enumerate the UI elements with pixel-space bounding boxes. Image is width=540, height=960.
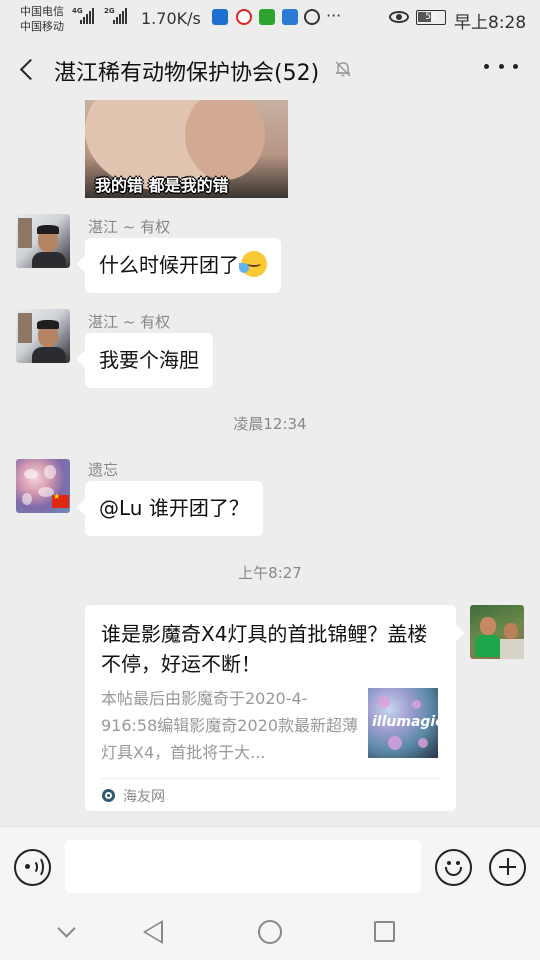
voice-icon[interactable] <box>14 849 51 886</box>
chat-header: 湛江稀有动物保护协会(52) <box>0 38 540 100</box>
signal-icon <box>80 8 94 24</box>
battery-level: 51 <box>425 12 437 22</box>
app-notification-icon <box>282 9 298 25</box>
clock: 早上8:28 <box>454 13 527 33</box>
crying-laughing-emoji-icon <box>239 251 267 277</box>
message-text: @Lu 谁开团了？ <box>99 496 249 520</box>
system-navigation-bar <box>0 906 540 960</box>
input-bar <box>0 826 540 906</box>
avatar[interactable] <box>16 214 70 268</box>
app-notification-icon <box>259 9 275 25</box>
carrier-1: 中国电信 <box>20 5 64 18</box>
message-text: 什么时候开团了 <box>99 253 239 277</box>
timestamp: 凌晨12:34 <box>233 415 307 433</box>
sender-name: 遗忘 <box>88 461 119 479</box>
carrier-info: 中国电信 中国移动 <box>20 4 64 34</box>
network-speed: 1.70K/s <box>141 9 201 28</box>
link-card[interactable]: 谁是影魔奇X4灯具的首批锦鲤？盖楼不停，好运不断！ 本帖最后由影魔奇于2020-… <box>85 605 456 811</box>
card-thumbnail: illumagic <box>368 688 438 758</box>
system-back-icon[interactable] <box>143 920 163 944</box>
timestamp: 上午8:27 <box>238 564 302 582</box>
chat-title[interactable]: 湛江稀有动物保护协会(52) <box>54 55 319 87</box>
battery-icon: 51 <box>416 10 446 25</box>
card-description: 本帖最后由影魔奇于2020-4-916:58编辑影魔奇2020款最新超薄灯具X4… <box>101 689 359 762</box>
app-notification-icon <box>236 9 252 25</box>
image-caption: 我的错 都是我的错 <box>95 176 229 195</box>
message-bubble[interactable]: @Lu 谁开团了？ <box>85 481 263 536</box>
plus-icon[interactable] <box>489 849 526 886</box>
thumbnail-logo-text: illumagic <box>372 714 438 730</box>
mute-bell-icon <box>335 61 351 77</box>
message-bubble[interactable]: 什么时候开团了 <box>85 238 281 293</box>
divider <box>101 778 441 779</box>
eye-comfort-icon <box>389 11 409 23</box>
more-icon[interactable] <box>484 64 518 74</box>
app-notification-icon <box>212 9 228 25</box>
message-text: 我要个海胆 <box>99 348 199 372</box>
signal-icon-2 <box>113 8 127 24</box>
system-recents-icon[interactable] <box>374 921 395 942</box>
flag-icon <box>52 492 69 508</box>
status-bar: 中国电信 中国移动 4G 2G 1.70K/s ··· 51 早上8:28 <box>0 0 540 38</box>
sender-name: 湛江 ~ 有权 <box>88 313 171 331</box>
hide-nav-icon[interactable] <box>57 919 76 938</box>
source-logo-icon <box>102 789 115 802</box>
sync-icon <box>304 9 320 25</box>
message-input[interactable] <box>65 840 421 893</box>
image-message[interactable]: 我的错 都是我的错 <box>85 100 288 198</box>
my-avatar[interactable] <box>470 605 524 659</box>
message-list[interactable]: 我的错 都是我的错 湛江 ~ 有权 什么时候开团了 湛江 ~ 有权 我要个海胆 … <box>0 100 540 826</box>
message-bubble[interactable]: 我要个海胆 <box>85 333 213 388</box>
system-home-icon[interactable] <box>258 920 282 944</box>
sender-name: 湛江 ~ 有权 <box>88 218 171 236</box>
emoji-icon[interactable] <box>435 849 472 886</box>
avatar[interactable] <box>16 309 70 363</box>
card-title: 谁是影魔奇X4灯具的首批锦鲤？盖楼不停，好运不断！ <box>101 622 428 676</box>
carrier-2: 中国移动 <box>20 20 64 33</box>
back-arrow-icon[interactable] <box>14 54 42 84</box>
more-notifications-icon: ··· <box>326 6 342 25</box>
card-source: 海友网 <box>123 789 165 805</box>
